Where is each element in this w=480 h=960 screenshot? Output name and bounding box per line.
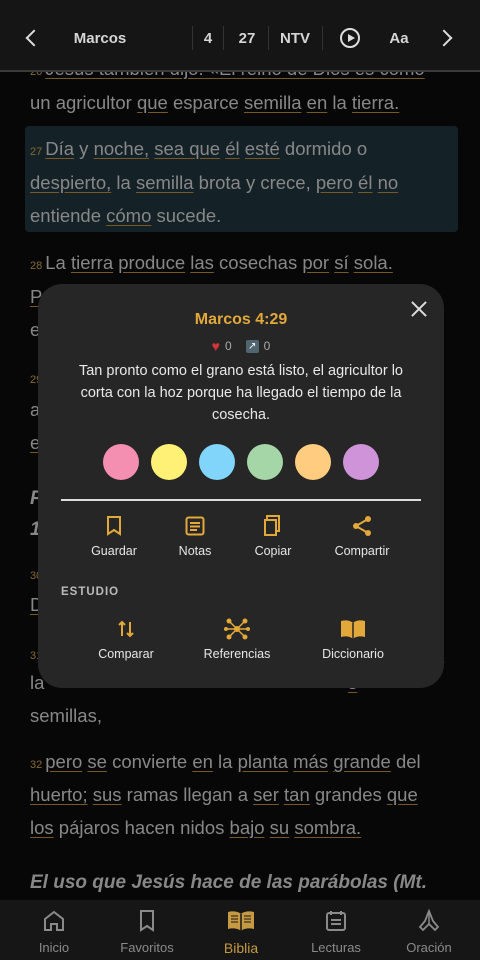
nav-label: Favoritos: [120, 940, 174, 955]
verse-stats: ♥ 0 ↗ 0: [38, 338, 444, 354]
play-icon: [340, 28, 360, 48]
notes-icon: [155, 514, 235, 538]
notes-label: Notas: [178, 544, 212, 558]
chevron-left-icon: [25, 29, 43, 47]
verse-count: 27: [238, 29, 256, 47]
nav-label: Oración: [406, 940, 452, 955]
font-label: Aa: [389, 29, 409, 47]
nav-label: Biblia: [223, 940, 259, 956]
open-book-icon: [298, 617, 408, 641]
screen: 26Jesús también dijo: «El reino de Dios …: [0, 0, 480, 960]
verse-actions-popup: Marcos 4:29 ♥ 0 ↗ 0 Tan pronto como el gra…: [38, 284, 444, 688]
verse-text-preview: Tan pronto como el grano está listo, el …: [78, 363, 403, 423]
nav-inicio[interactable]: Inicio: [6, 908, 102, 955]
bookmark-icon: [74, 514, 154, 538]
divider: [61, 499, 421, 501]
likes-stat[interactable]: ♥ 0: [212, 338, 232, 354]
swap-vertical-icon: [71, 617, 181, 641]
highlight-color-purple[interactable]: [343, 444, 379, 480]
highlight-colors: [103, 444, 379, 480]
verse-reference: Marcos 4:29: [194, 311, 288, 328]
shares-count: 0: [263, 339, 271, 353]
chevron-right-icon: [435, 29, 453, 47]
divider: [192, 26, 193, 50]
home-icon: [6, 908, 102, 934]
share-label: Compartir: [334, 544, 390, 558]
copy-label: Copiar: [254, 544, 292, 558]
share-icon: [320, 514, 404, 538]
divider: [223, 26, 224, 50]
save-label: Guardar: [91, 544, 137, 558]
nav-lecturas[interactable]: Lecturas: [288, 908, 384, 955]
next-chapter-button[interactable]: [432, 26, 460, 50]
dictionary-button[interactable]: Diccionario: [298, 617, 408, 661]
version-selector[interactable]: NTV: [272, 26, 318, 50]
divider: [268, 26, 269, 50]
heart-icon: ♥: [211, 338, 220, 354]
book-name: Marcos: [73, 29, 127, 47]
book-selector[interactable]: Marcos: [60, 26, 140, 50]
references-label: Referencias: [203, 647, 271, 661]
chapter-number: 4: [203, 29, 213, 47]
highlight-color-blue[interactable]: [199, 444, 235, 480]
praying-hands-icon: [381, 908, 477, 934]
notes-button[interactable]: Notas: [155, 514, 235, 558]
likes-count: 0: [224, 339, 232, 353]
highlight-color-green[interactable]: [247, 444, 283, 480]
nav-label: Lecturas: [311, 940, 361, 955]
nav-favoritos[interactable]: Favoritos: [99, 908, 195, 955]
bottom-navigation: Inicio Favoritos Biblia Lecturas Oración: [0, 900, 480, 960]
previous-chapter-button[interactable]: [18, 26, 46, 50]
font-settings-button[interactable]: Aa: [382, 26, 416, 50]
share-arrow-icon: ↗: [245, 339, 259, 353]
study-section-label: ESTUDIO: [61, 586, 120, 598]
nav-biblia[interactable]: Biblia: [193, 908, 289, 956]
shares-stat[interactable]: ↗ 0: [245, 339, 271, 353]
dictionary-label: Diccionario: [322, 647, 384, 661]
bible-book-icon: [193, 908, 289, 934]
nav-oracion[interactable]: Oración: [381, 908, 477, 955]
nav-label: Inicio: [38, 940, 70, 955]
highlight-color-orange[interactable]: [295, 444, 331, 480]
compare-label: Comparar: [98, 647, 154, 661]
highlight-color-yellow[interactable]: [151, 444, 187, 480]
audio-play-button[interactable]: [336, 26, 364, 50]
study-tools: Comparar Referencias Diccionario: [38, 617, 444, 667]
copy-button[interactable]: Copiar: [233, 514, 313, 558]
compare-button[interactable]: Comparar: [71, 617, 181, 661]
share-button[interactable]: Compartir: [320, 514, 404, 558]
copy-icon: [233, 514, 313, 538]
network-icon: [182, 617, 292, 641]
calendar-list-icon: [288, 908, 384, 934]
save-button[interactable]: Guardar: [74, 514, 154, 558]
top-bar: Marcos 4 27 NTV Aa: [0, 0, 480, 72]
chapter-selector[interactable]: 4: [196, 26, 220, 50]
divider: [322, 26, 323, 50]
references-button[interactable]: Referencias: [182, 617, 292, 661]
verse-count-button[interactable]: 27: [228, 26, 266, 50]
bookmark-icon: [99, 908, 195, 934]
verse-actions: Guardar Notas Copiar Compartir: [38, 514, 444, 564]
version-name: NTV: [280, 29, 310, 47]
highlight-color-pink[interactable]: [103, 444, 139, 480]
